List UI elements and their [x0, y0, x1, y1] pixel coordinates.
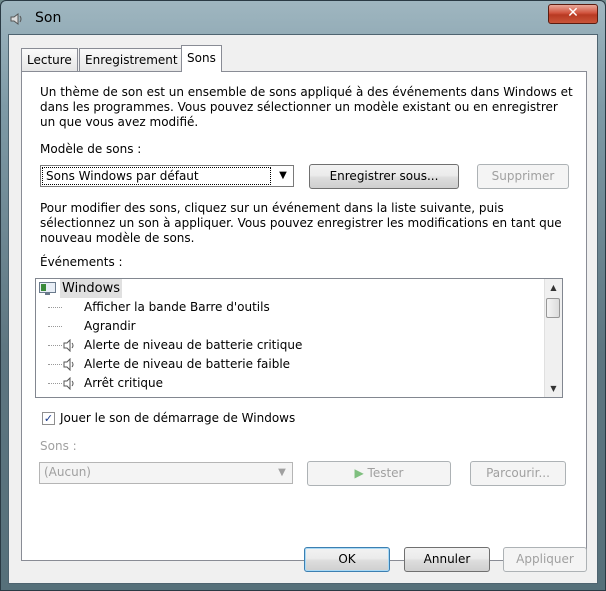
events-label: Événements :: [40, 255, 123, 269]
windows-monitor-icon: [39, 282, 56, 295]
cancel-button[interactable]: Annuler: [404, 547, 490, 572]
ok-button[interactable]: OK: [304, 547, 390, 572]
window-title: Son: [35, 10, 62, 26]
startup-sound-label: Jouer le son de démarrage de Windows: [60, 411, 296, 425]
instructions-text: Pour modifier des sons, cliquez sur un é…: [40, 201, 562, 245]
scroll-down-icon[interactable]: ▼: [545, 380, 562, 397]
tree-connector: [48, 364, 62, 365]
list-item[interactable]: Alerte de niveau de batterie critique: [36, 336, 541, 355]
tree-connector: [48, 326, 62, 327]
chevron-down-icon: ▼: [278, 467, 286, 478]
tab-label: Lecture: [27, 53, 72, 67]
scheme-select[interactable]: Sons Windows par défaut ▼: [40, 165, 294, 187]
checkmark-icon: ✓: [43, 412, 54, 425]
event-label: Agrandir: [84, 319, 136, 333]
save-as-button[interactable]: Enregistrer sous...: [309, 164, 459, 189]
close-icon: ✕: [567, 5, 579, 21]
sounds-label: Sons :: [40, 439, 77, 453]
sounds-selected-value: (Aucun): [44, 465, 91, 479]
tab-enregistrement[interactable]: Enregistrement: [79, 48, 184, 71]
delete-button[interactable]: Supprimer: [477, 164, 569, 189]
list-item[interactable]: Agrandir: [36, 317, 541, 336]
tab-lecture[interactable]: Lecture: [21, 48, 78, 71]
scroll-thumb[interactable]: [546, 298, 560, 318]
speaker-icon: [63, 377, 74, 390]
tab-sons[interactable]: Sons: [181, 45, 222, 72]
dialog-client-area: Lecture Enregistrement Sons Un thème de …: [8, 34, 598, 584]
scheme-selected-value: Sons Windows par défaut: [42, 167, 271, 185]
event-label: Alerte de niveau de batterie critique: [84, 338, 303, 352]
tree-connector: [48, 345, 62, 346]
speaker-icon: [63, 339, 74, 352]
event-label: Alerte de niveau de batterie faible: [84, 357, 291, 371]
test-button[interactable]: ▶ Tester: [307, 461, 451, 486]
events-scrollbar[interactable]: ▲ ▼: [544, 279, 562, 397]
tab-label: Enregistrement: [85, 53, 178, 67]
list-item[interactable]: Arrêt critique: [36, 374, 541, 393]
tab-label: Sons: [187, 51, 216, 65]
sounds-select[interactable]: (Aucun) ▼: [39, 462, 293, 484]
list-item[interactable]: Afficher la bande Barre d'outils: [36, 298, 541, 317]
play-icon: ▶: [354, 466, 364, 480]
speaker-icon: [63, 358, 74, 371]
tree-root-windows[interactable]: Windows: [36, 279, 541, 298]
tree-connector: [48, 307, 62, 308]
tree-root-label: Windows: [60, 279, 123, 298]
dialog-window: Son ✕ Lecture Enregistrement Sons Un thè…: [0, 0, 606, 591]
chevron-down-icon: ▼: [279, 170, 287, 181]
scroll-up-icon[interactable]: ▲: [545, 279, 562, 296]
scheme-label: Modèle de sons :: [40, 142, 142, 156]
event-label: Arrêt critique: [84, 376, 164, 390]
intro-text: Un thème de son est un ensemble de sons …: [40, 85, 573, 129]
event-label: Afficher la bande Barre d'outils: [84, 300, 270, 314]
close-button[interactable]: ✕: [548, 4, 598, 24]
test-button-label: Tester: [367, 466, 404, 480]
browse-button[interactable]: Parcourir...: [470, 461, 566, 486]
title-bar[interactable]: Son ✕: [1, 1, 605, 35]
startup-sound-checkbox[interactable]: ✓: [42, 412, 55, 425]
apply-button[interactable]: Appliquer: [503, 547, 587, 572]
speaker-icon: [10, 13, 22, 25]
tree-connector: [48, 383, 62, 384]
events-list[interactable]: Windows Afficher la bande Barre d'outils…: [35, 278, 563, 398]
list-item[interactable]: Alerte de niveau de batterie faible: [36, 355, 541, 374]
